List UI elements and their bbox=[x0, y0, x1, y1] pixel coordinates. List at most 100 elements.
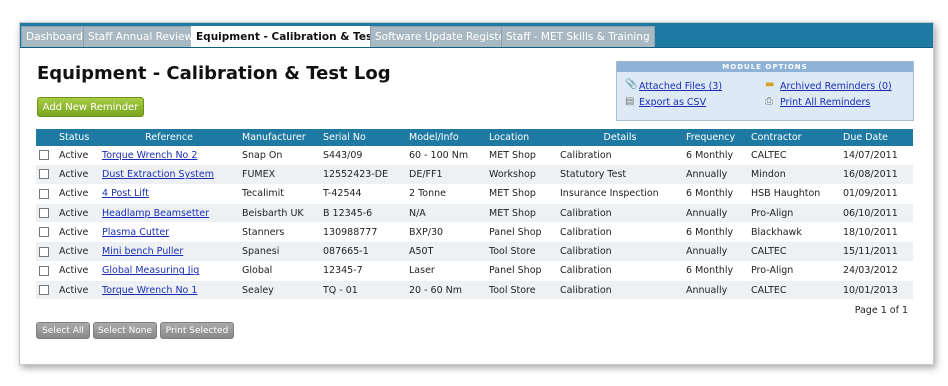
serial-cell: T-42544 bbox=[320, 184, 406, 204]
contractor-cell: Pro-Align bbox=[748, 203, 840, 224]
status-cell: Active bbox=[56, 146, 99, 166]
select-column-header bbox=[36, 129, 56, 146]
manufacturer-cell: Snap On bbox=[239, 146, 320, 166]
row-checkbox[interactable] bbox=[39, 150, 49, 161]
manufacturer-cell: Sealey bbox=[239, 280, 320, 301]
printer-icon: ⎙ bbox=[765, 96, 773, 107]
module-options-heading: MODULE OPTIONS bbox=[617, 62, 913, 72]
column-header-model-info[interactable]: Model/Info bbox=[406, 129, 486, 146]
csv-document-icon: ▤ bbox=[625, 96, 635, 107]
frequency-cell: Annually bbox=[683, 241, 748, 262]
status-cell: Active bbox=[56, 203, 99, 224]
due-date-cell: 16/08/2011 bbox=[840, 164, 913, 185]
model-cell: 20 - 60 Nm bbox=[406, 280, 486, 301]
print-all-reminders-link[interactable]: Print All Reminders bbox=[780, 97, 870, 108]
column-header-details[interactable]: Details bbox=[557, 129, 683, 146]
frequency-cell: Annually bbox=[683, 280, 748, 301]
serial-cell: 130988777 bbox=[320, 222, 406, 243]
model-cell: 2 Tonne bbox=[406, 184, 486, 204]
reference-link[interactable]: Headlamp Beamsetter bbox=[102, 208, 209, 219]
contractor-cell: Pro-Align bbox=[748, 261, 840, 282]
row-checkbox[interactable] bbox=[39, 227, 49, 238]
row-checkbox[interactable] bbox=[39, 208, 49, 219]
model-cell: BXP/30 bbox=[406, 222, 486, 243]
serial-cell: 12552423-DE bbox=[320, 164, 406, 185]
reference-link[interactable]: Torque Wrench No 1 bbox=[102, 285, 197, 296]
column-header-contractor[interactable]: Contractor bbox=[748, 129, 840, 146]
table-row: Active Headlamp Beamsetter Beisbarth UK … bbox=[36, 203, 913, 224]
reference-link[interactable]: Mini bench Puller bbox=[102, 246, 183, 257]
column-header-status[interactable]: Status bbox=[56, 129, 99, 146]
column-header-reference[interactable]: Reference bbox=[99, 129, 239, 146]
tab-staff-met-skills[interactable]: Staff - MET Skills & Training bbox=[501, 26, 655, 47]
location-cell: MET Shop bbox=[486, 184, 557, 204]
page-title: Equipment - Calibration & Test Log bbox=[37, 63, 391, 84]
status-cell: Active bbox=[56, 222, 99, 243]
reminders-table: Status Reference Manufacturer Serial No … bbox=[36, 129, 913, 301]
location-cell: MET Shop bbox=[486, 203, 557, 224]
serial-cell: B 12345-6 bbox=[320, 203, 406, 224]
details-cell: Calibration bbox=[557, 222, 683, 243]
location-cell: Panel Shop bbox=[486, 261, 557, 282]
row-checkbox[interactable] bbox=[39, 169, 49, 180]
column-header-location[interactable]: Location bbox=[486, 129, 557, 146]
archived-reminders-link[interactable]: Archived Reminders (0) bbox=[780, 81, 892, 92]
location-cell: Panel Shop bbox=[486, 222, 557, 243]
row-checkbox[interactable] bbox=[39, 285, 49, 296]
reference-link[interactable]: 4 Post Lift bbox=[102, 188, 149, 199]
row-checkbox[interactable] bbox=[39, 265, 49, 276]
serial-cell: S443/09 bbox=[320, 146, 406, 166]
tab-software-update-register[interactable]: Software Update Register bbox=[370, 26, 515, 47]
attached-files-link[interactable]: Attached Files (3) bbox=[639, 81, 722, 92]
details-cell: Calibration bbox=[557, 241, 683, 262]
reference-link[interactable]: Global Measuring Jig bbox=[102, 265, 199, 276]
paperclip-icon: 📎 bbox=[625, 79, 638, 90]
add-new-reminder-button[interactable]: Add New Reminder bbox=[37, 97, 144, 117]
select-none-button[interactable]: Select None bbox=[93, 322, 157, 339]
frequency-cell: Annually bbox=[683, 164, 748, 185]
manufacturer-cell: Tecalimit bbox=[239, 184, 320, 204]
column-header-frequency[interactable]: Frequency bbox=[683, 129, 748, 146]
contractor-cell: Mindon bbox=[748, 164, 840, 185]
model-cell: DE/FF1 bbox=[406, 164, 486, 185]
frequency-cell: Annually bbox=[683, 203, 748, 224]
column-header-due-date[interactable]: Due Date bbox=[840, 129, 913, 146]
select-all-button[interactable]: Select All bbox=[36, 322, 90, 339]
details-cell: Calibration bbox=[557, 146, 683, 166]
table-header-row: Status Reference Manufacturer Serial No … bbox=[36, 129, 913, 146]
column-header-serial-no[interactable]: Serial No bbox=[320, 129, 406, 146]
pagination-label: Page 1 of 1 bbox=[854, 305, 908, 316]
model-cell: A50T bbox=[406, 241, 486, 262]
print-selected-button[interactable]: Print Selected bbox=[160, 322, 234, 339]
manufacturer-cell: FUMEX bbox=[239, 164, 320, 185]
contractor-cell: Blackhawk bbox=[748, 222, 840, 243]
tab-staff-annual-reviews[interactable]: Staff Annual Reviews bbox=[83, 26, 204, 47]
model-cell: 60 - 100 Nm bbox=[406, 146, 486, 166]
table-row: Active Torque Wrench No 2 Snap On S443/0… bbox=[36, 146, 913, 166]
reference-link[interactable]: Dust Extraction System bbox=[102, 169, 214, 180]
frequency-cell: 6 Monthly bbox=[683, 184, 748, 204]
status-cell: Active bbox=[56, 164, 99, 185]
tab-dashboard[interactable]: Dashboard bbox=[21, 26, 88, 47]
location-cell: MET Shop bbox=[486, 146, 557, 166]
table-row: Active Mini bench Puller Spanesi 087665-… bbox=[36, 241, 913, 262]
manufacturer-cell: Stanners bbox=[239, 222, 320, 243]
status-cell: Active bbox=[56, 241, 99, 262]
contractor-cell: HSB Haughton bbox=[748, 184, 840, 204]
due-date-cell: 01/09/2011 bbox=[840, 184, 913, 204]
row-checkbox[interactable] bbox=[39, 188, 49, 199]
column-header-manufacturer[interactable]: Manufacturer bbox=[239, 129, 320, 146]
serial-cell: 12345-7 bbox=[320, 261, 406, 282]
status-cell: Active bbox=[56, 280, 99, 301]
export-csv-link[interactable]: Export as CSV bbox=[639, 97, 706, 108]
due-date-cell: 18/10/2011 bbox=[840, 222, 913, 243]
manufacturer-cell: Beisbarth UK bbox=[239, 203, 320, 224]
serial-cell: 087665-1 bbox=[320, 241, 406, 262]
reference-link[interactable]: Torque Wrench No 2 bbox=[102, 150, 197, 161]
reference-link[interactable]: Plasma Cutter bbox=[102, 227, 169, 238]
location-cell: Workshop bbox=[486, 164, 557, 185]
contractor-cell: CALTEC bbox=[748, 241, 840, 262]
row-checkbox[interactable] bbox=[39, 246, 49, 257]
details-cell: Calibration bbox=[557, 261, 683, 282]
frequency-cell: 6 Monthly bbox=[683, 222, 748, 243]
